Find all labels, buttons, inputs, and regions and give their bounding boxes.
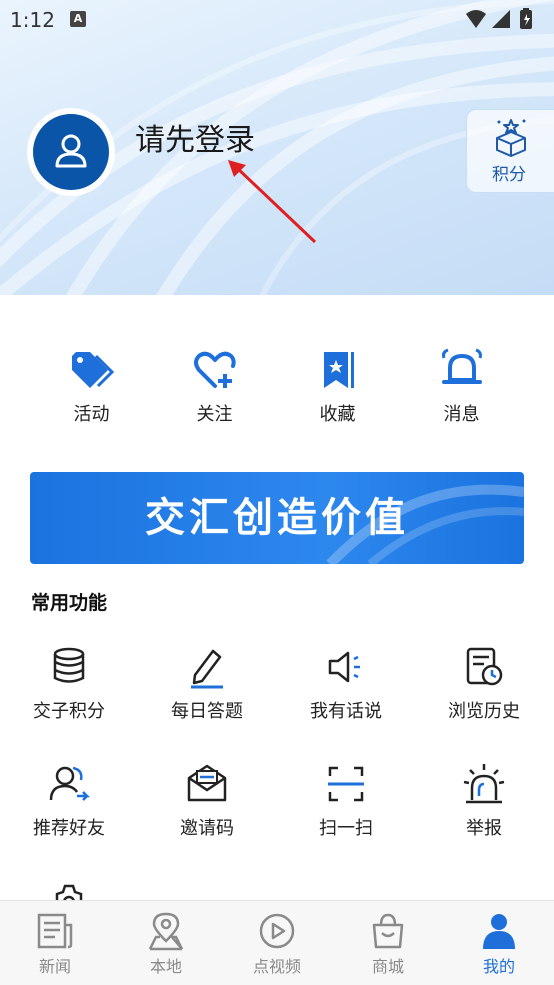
function-label: 扫一扫 [319,818,373,839]
play-icon [259,913,295,949]
red-arrow-annotation [228,160,317,244]
function-invite-code[interactable]: 邀请码 [138,762,276,840]
avatar[interactable] [27,108,115,196]
news-icon [37,913,73,949]
avatar-circle [33,114,109,190]
heart-plus-icon [193,351,236,388]
user-icon [55,134,87,168]
location-icon [148,912,184,951]
function-label: 邀请码 [180,818,234,839]
profile-header: 1:12 A 请先登录 积分 [0,0,554,295]
section-title: 常用功能 [31,592,108,614]
function-label: 我有话说 [310,701,382,722]
pencil-icon [191,649,223,689]
points-label: 积分 [492,165,526,185]
recommend-friend-icon [49,766,91,801]
tab-label: 本地 [149,957,182,976]
status-time: 1:12 [10,8,55,32]
function-label: 推荐好友 [33,818,105,839]
settings-icon[interactable] [47,880,91,902]
person-icon [483,914,515,949]
function-label: 浏览历史 [448,701,520,722]
tab-video[interactable]: 点视频 [222,911,332,977]
function-report[interactable]: 举报 [415,762,553,840]
speaker-icon [328,651,360,683]
quick-action-activity[interactable]: 活动 [30,348,153,428]
alarm-icon [463,764,505,804]
tab-label: 商城 [371,957,404,976]
bottom-tab-bar: 新闻 本地 点视频 商城 我的 [0,900,554,985]
tab-mall[interactable]: 商城 [333,911,443,977]
tab-label: 我的 [482,957,515,976]
bookmark-star-icon [323,352,354,388]
quick-action-label: 收藏 [319,404,356,425]
tab-label: 新闻 [38,957,71,976]
shopping-bag-icon [372,913,404,949]
quick-action-label: 消息 [443,404,480,425]
banner-slogan: 交汇创造价值 [145,495,409,541]
function-scan[interactable]: 扫一扫 [277,762,415,840]
tab-mine[interactable]: 我的 [444,911,554,977]
system-status-icons [466,8,532,29]
quick-action-favorites[interactable]: 收藏 [276,348,399,428]
scan-icon [328,766,364,802]
gift-box-icon [496,119,526,157]
function-daily-quiz[interactable]: 每日答题 [138,645,276,723]
promo-banner[interactable]: 交汇创造价值 [30,472,524,564]
tab-news[interactable]: 新闻 [0,911,110,977]
tab-label: 点视频 [252,957,301,976]
quick-action-messages[interactable]: 消息 [400,348,523,428]
function-label: 举报 [466,818,502,839]
function-recommend-friend[interactable]: 推荐好友 [0,762,138,840]
tab-local[interactable]: 本地 [111,911,221,977]
envelope-icon [187,764,227,802]
quick-action-follow[interactable]: 关注 [153,348,276,428]
bell-icon [441,348,482,384]
login-prompt[interactable]: 请先登录 [135,115,255,159]
points-button[interactable]: 积分 [466,109,554,193]
wifi-icon [466,10,486,28]
function-points[interactable]: 交子积分 [0,645,138,723]
notification-icon: A [70,11,86,27]
status-bar: 1:12 A [0,0,554,38]
function-speak[interactable]: 我有话说 [277,645,415,723]
function-history[interactable]: 浏览历史 [415,645,553,723]
function-label: 每日答题 [171,701,243,722]
function-label: 交子积分 [33,701,105,722]
tag-icon [71,352,114,388]
signal-icon [492,10,510,28]
quick-action-label: 活动 [73,404,110,425]
quick-action-label: 关注 [196,404,233,425]
coin-stack-icon [53,647,85,683]
history-icon [466,647,503,686]
